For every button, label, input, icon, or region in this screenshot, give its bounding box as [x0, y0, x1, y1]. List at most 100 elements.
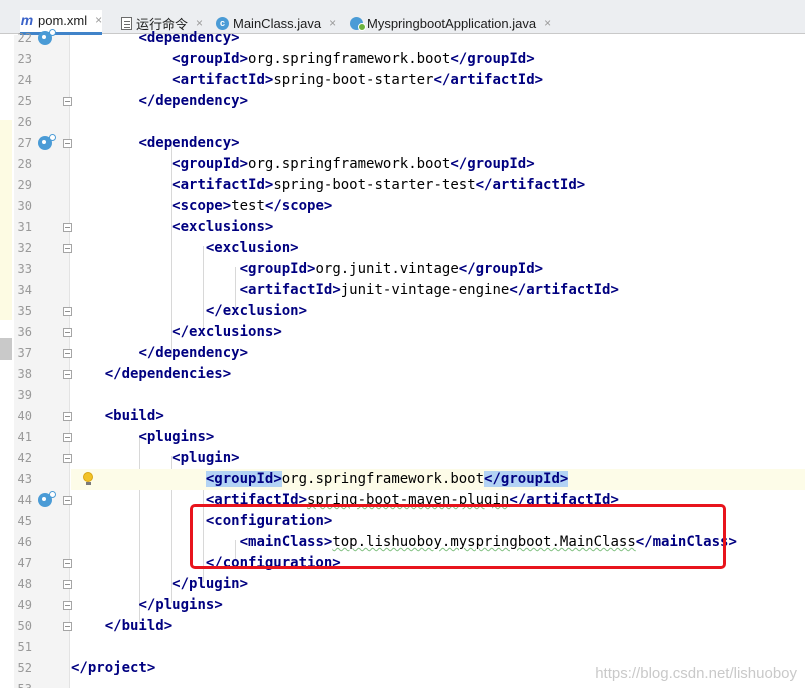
fold-toggle-icon[interactable] — [63, 580, 72, 589]
maven-dependency-gutter-icon[interactable] — [38, 134, 56, 150]
code-line[interactable] — [71, 385, 805, 406]
line-number: 24 — [17, 73, 32, 87]
maven-icon: m — [20, 12, 34, 28]
code-text: <plugins> — [138, 429, 215, 445]
code-line[interactable]: <artifactId>junit-vintage-engine</artifa… — [71, 280, 805, 301]
fold-toggle-icon[interactable] — [63, 559, 72, 568]
code-editor[interactable]: <dependency> <groupId>org.springframewor… — [71, 30, 805, 688]
lightbulb-intention-icon[interactable] — [82, 472, 93, 485]
line-number: 37 — [17, 346, 32, 360]
code-line[interactable]: </dependency> — [71, 91, 805, 112]
line-number: 41 — [17, 430, 32, 444]
fold-toggle-icon[interactable] — [63, 433, 72, 442]
maven-dependency-gutter-icon[interactable] — [38, 491, 56, 507]
code-line[interactable]: </exclusions> — [71, 322, 805, 343]
code-text: </exclusions> — [172, 324, 282, 340]
code-line[interactable]: </exclusion> — [71, 301, 805, 322]
line-number: 34 — [17, 283, 32, 297]
line-number: 47 — [17, 556, 32, 570]
code-line[interactable]: <artifactId>spring-boot-starter</artifac… — [71, 70, 805, 91]
close-icon[interactable]: × — [95, 13, 102, 27]
maven-dependency-gutter-icon[interactable] — [38, 29, 56, 45]
code-line[interactable]: <groupId>org.springframework.boot</group… — [71, 154, 805, 175]
line-number: 29 — [17, 178, 32, 192]
code-line[interactable]: </dependencies> — [71, 364, 805, 385]
code-text: </project> — [71, 660, 156, 676]
code-line[interactable]: <groupId>org.springframework.boot</group… — [71, 49, 805, 70]
code-text: <groupId>org.springframework.boot</group… — [172, 156, 535, 172]
fold-toggle-icon[interactable] — [63, 307, 72, 316]
fold-toggle-icon[interactable] — [63, 622, 72, 631]
code-text: <groupId>org.junit.vintage</groupId> — [239, 261, 544, 277]
code-line[interactable]: </dependency> — [71, 343, 805, 364]
fold-toggle-icon[interactable] — [63, 223, 72, 232]
scroll-marker — [0, 338, 12, 360]
line-number: 32 — [17, 241, 32, 255]
line-number: 25 — [17, 94, 32, 108]
code-text: <exclusions> — [172, 219, 274, 235]
code-text: </build> — [104, 618, 173, 634]
code-text: <plugin> — [172, 450, 240, 466]
line-number: 52 — [17, 661, 32, 675]
code-text: <scope>test</scope> — [172, 198, 333, 214]
code-line[interactable] — [71, 637, 805, 658]
code-text: <groupId>org.springframework.boot</group… — [172, 51, 535, 67]
fold-toggle-icon[interactable] — [63, 370, 72, 379]
code-text: <artifactId>junit-vintage-engine</artifa… — [239, 282, 619, 298]
line-number: 45 — [17, 514, 32, 528]
fold-toggle-icon[interactable] — [63, 601, 72, 610]
line-number: 42 — [17, 451, 32, 465]
code-line[interactable]: <scope>test</scope> — [71, 196, 805, 217]
code-line[interactable]: </plugins> — [71, 595, 805, 616]
fold-toggle-icon[interactable] — [63, 496, 72, 505]
code-text: <build> — [104, 408, 164, 424]
fold-toggle-icon[interactable] — [63, 349, 72, 358]
code-text: </dependencies> — [104, 366, 232, 382]
code-text: <groupId>org.springframework.boot</group… — [205, 471, 569, 487]
code-text: </plugins> — [138, 597, 223, 613]
code-line[interactable]: <exclusion> — [71, 238, 805, 259]
code-line[interactable]: <dependency> — [71, 28, 805, 49]
line-number: 38 — [17, 367, 32, 381]
code-text: <dependency> — [138, 30, 240, 46]
code-text: </dependency> — [138, 345, 249, 361]
code-line[interactable]: <plugin> — [71, 448, 805, 469]
code-line[interactable]: <build> — [71, 406, 805, 427]
line-number: 43 — [17, 472, 32, 486]
code-text: <artifactId>spring-boot-starter</artifac… — [172, 72, 544, 88]
code-line[interactable]: <dependency> — [71, 133, 805, 154]
line-number: 48 — [17, 577, 32, 591]
change-marker — [0, 120, 12, 320]
line-number: 26 — [17, 115, 32, 129]
code-line[interactable] — [71, 112, 805, 133]
code-line[interactable]: </build> — [71, 616, 805, 637]
line-number: 27 — [17, 136, 32, 150]
fold-toggle-icon[interactable] — [63, 412, 72, 421]
fold-toggle-icon[interactable] — [63, 244, 72, 253]
fold-toggle-icon[interactable] — [63, 97, 72, 106]
fold-toggle-icon[interactable] — [63, 454, 72, 463]
code-line[interactable]: </plugin> — [71, 574, 805, 595]
code-text: <dependency> — [138, 135, 240, 151]
line-number: 40 — [17, 409, 32, 423]
line-number: 46 — [17, 535, 32, 549]
code-line[interactable]: <artifactId>spring-boot-starter-test</ar… — [71, 175, 805, 196]
code-line[interactable]: <groupId>org.springframework.boot</group… — [71, 469, 805, 490]
code-line[interactable]: <plugins> — [71, 427, 805, 448]
code-text: </exclusion> — [205, 303, 308, 319]
code-line[interactable]: <exclusions> — [71, 217, 805, 238]
line-number: 22 — [17, 31, 32, 45]
code-text: <artifactId>spring-boot-starter-test</ar… — [172, 177, 586, 193]
change-marker-strip — [0, 35, 14, 688]
line-number: 35 — [17, 304, 32, 318]
line-number: 44 — [17, 493, 32, 507]
fold-toggle-icon[interactable] — [63, 139, 72, 148]
fold-toggle-icon[interactable] — [63, 328, 72, 337]
line-number: 50 — [17, 619, 32, 633]
code-text: <exclusion> — [205, 240, 299, 256]
line-number: 49 — [17, 598, 32, 612]
line-number: 39 — [17, 388, 32, 402]
code-line[interactable]: <groupId>org.junit.vintage</groupId> — [71, 259, 805, 280]
tab-label: pom.xml — [38, 12, 88, 28]
line-number: 30 — [17, 199, 32, 213]
